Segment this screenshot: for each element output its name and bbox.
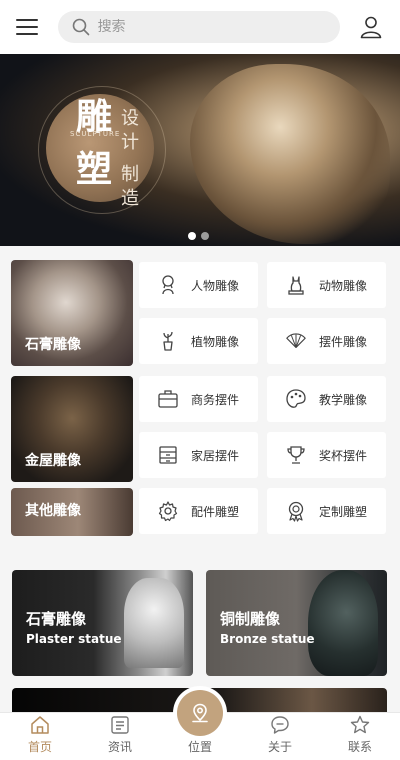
category-trophy[interactable]: 奖杯摆件 <box>267 432 386 478</box>
banner-sub-4: 造 <box>121 188 139 209</box>
location-button[interactable] <box>173 686 227 740</box>
chat-icon <box>269 714 291 736</box>
category-business[interactable]: 商务摆件 <box>139 376 258 422</box>
category-ornament[interactable]: 摆件雕像 <box>267 318 386 364</box>
banner-char-2: 塑 <box>76 148 113 190</box>
home-icon <box>29 714 51 736</box>
nav-label: 联系 <box>347 740 372 754</box>
category-section: 石膏雕像 金屋雕像 其他雕像 人物雕像 动物雕像 植物雕像 摆件雕像 商务摆件 … <box>0 246 400 556</box>
hamburger-icon[interactable] <box>16 15 40 39</box>
category-custom[interactable]: 定制雕塑 <box>267 488 386 534</box>
carousel-dots[interactable] <box>188 232 209 240</box>
palette-icon <box>285 388 307 410</box>
carousel-dot[interactable] <box>188 232 196 240</box>
category-label: 石膏雕像 <box>25 337 81 353</box>
category-label: 金屋雕像 <box>25 453 81 469</box>
feature-title: 铜制雕像 <box>220 610 281 628</box>
fan-icon <box>285 330 307 352</box>
bronze-statue-image <box>308 570 378 676</box>
category-label: 商务摆件 <box>191 392 240 407</box>
category-metal[interactable]: 金屋雕像 <box>11 376 133 482</box>
top-bar <box>0 0 400 54</box>
nav-label: 关于 <box>267 740 292 754</box>
category-label: 摆件雕像 <box>319 334 368 349</box>
category-teaching[interactable]: 教学雕像 <box>267 376 386 422</box>
category-label: 配件雕塑 <box>191 504 240 519</box>
feature-subtitle: Bronze statue <box>220 632 315 646</box>
feature-title: 石膏雕像 <box>26 610 87 628</box>
banner-statue-image <box>190 64 390 244</box>
category-label: 动物雕像 <box>319 278 368 293</box>
category-label: 教学雕像 <box>319 392 368 407</box>
user-icon[interactable] <box>358 14 384 40</box>
banner-sub-3: 制 <box>121 164 139 185</box>
feature-subtitle: Plaster statue <box>26 632 122 646</box>
nav-label: 资讯 <box>107 740 132 754</box>
star-icon <box>349 714 371 736</box>
banner-sub-2: 计 <box>121 132 139 153</box>
search-input[interactable] <box>97 19 318 35</box>
banner-english: SCULPTURE <box>70 130 121 138</box>
news-icon <box>109 714 131 736</box>
category-home[interactable]: 家居摆件 <box>139 432 258 478</box>
bust-icon <box>157 274 179 296</box>
category-plaster[interactable]: 石膏雕像 <box>11 260 133 366</box>
category-other[interactable]: 其他雕像 <box>11 488 133 536</box>
category-label: 定制雕塑 <box>319 504 368 519</box>
category-plant[interactable]: 植物雕像 <box>139 318 258 364</box>
nav-contact[interactable]: 联系 <box>320 713 400 760</box>
nav-label: 首页 <box>27 740 52 754</box>
search-bar[interactable] <box>57 11 341 43</box>
category-label: 植物雕像 <box>191 334 240 349</box>
category-label: 其他雕像 <box>25 503 81 519</box>
cat-statue-icon <box>285 274 307 296</box>
category-label: 奖杯摆件 <box>319 448 368 463</box>
category-label: 人物雕像 <box>191 278 240 293</box>
gear-icon <box>157 500 179 522</box>
category-label: 家居摆件 <box>191 448 240 463</box>
search-icon <box>72 18 89 36</box>
hero-banner[interactable]: 雕 SCULPTURE 塑 设 计 制 造 <box>0 54 400 246</box>
category-accessory[interactable]: 配件雕塑 <box>139 488 258 534</box>
carousel-dot[interactable] <box>201 232 209 240</box>
nav-about[interactable]: 关于 <box>240 713 320 760</box>
location-icon <box>192 703 208 723</box>
nav-news[interactable]: 资讯 <box>80 713 160 760</box>
nav-home[interactable]: 首页 <box>0 713 80 760</box>
plaster-statue-image <box>124 578 184 668</box>
badge-icon <box>285 500 307 522</box>
category-animal[interactable]: 动物雕像 <box>267 262 386 308</box>
feature-plaster[interactable]: 石膏雕像 Plaster statue <box>12 570 193 676</box>
category-figure[interactable]: 人物雕像 <box>139 262 258 308</box>
plant-icon <box>157 330 179 352</box>
feature-bronze[interactable]: 铜制雕像 Bronze statue <box>206 570 387 676</box>
trophy-icon <box>285 444 307 466</box>
nav-label: 位置 <box>187 740 212 754</box>
banner-sub-1: 设 <box>121 108 139 129</box>
cabinet-icon <box>157 444 179 466</box>
briefcase-icon <box>157 388 179 410</box>
